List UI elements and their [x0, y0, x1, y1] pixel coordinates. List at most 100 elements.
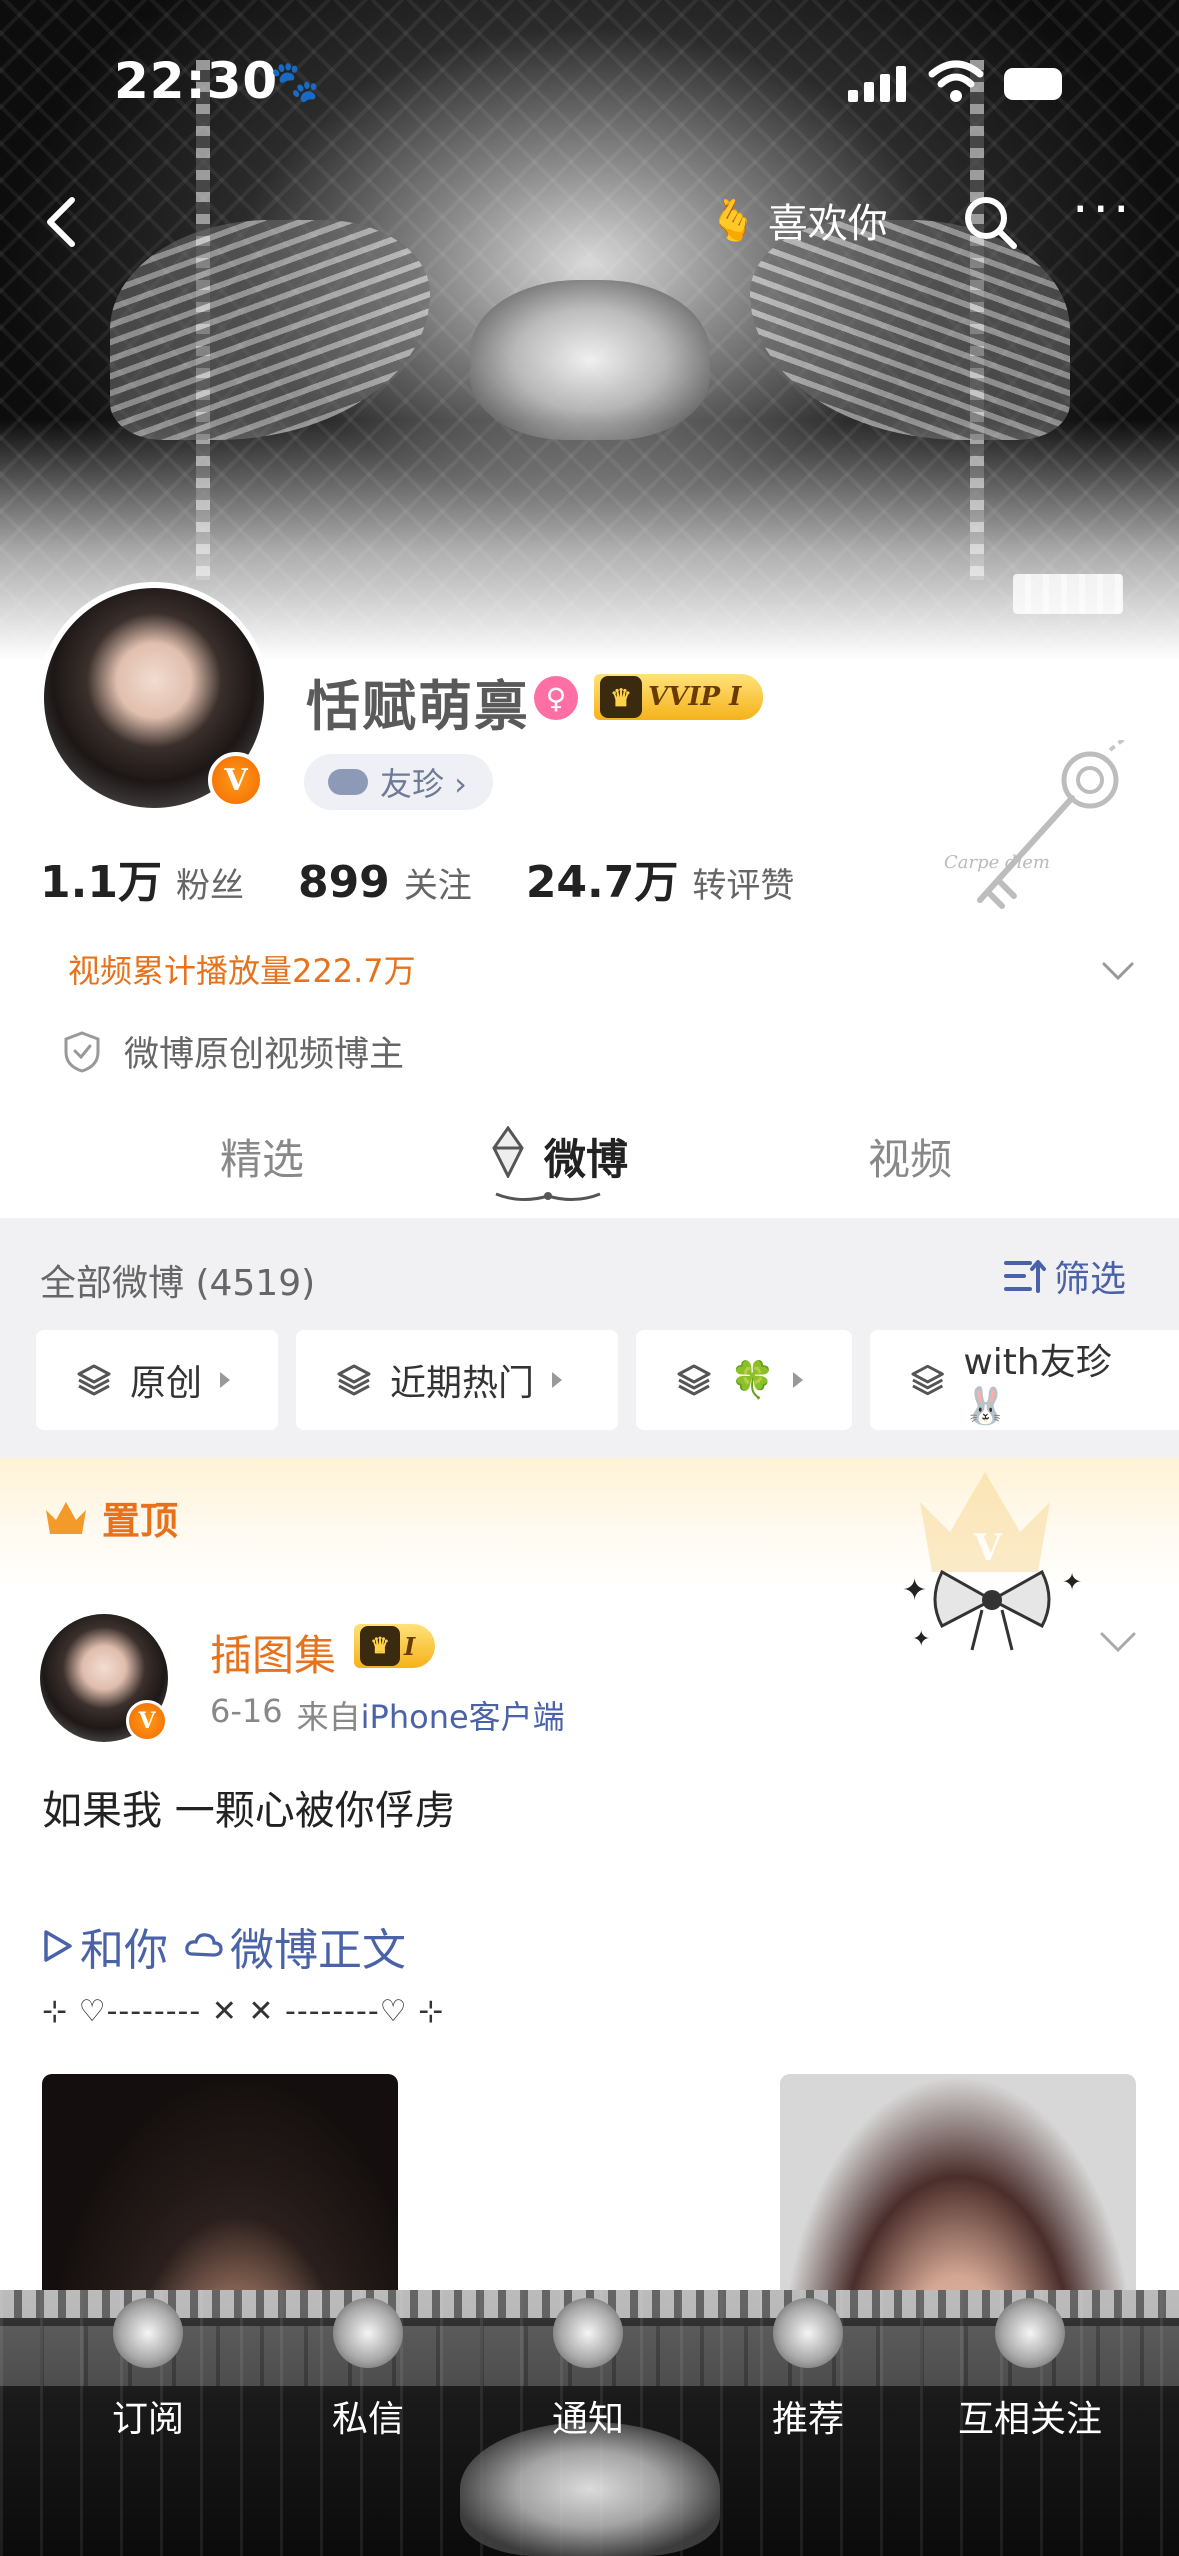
caret-right-icon: [792, 1372, 803, 1388]
tabbar-label: 互相关注: [957, 2399, 1102, 2440]
banner-bow: [470, 280, 710, 440]
caret-right-icon: [220, 1372, 231, 1388]
chevron-down-icon[interactable]: [1102, 954, 1134, 986]
layers-icon: [337, 1364, 371, 1396]
tabbar-item-mutual-follow[interactable]: 互相关注: [940, 2298, 1120, 2442]
bow-decoration-icon: ✦ ✦ ✦: [902, 1568, 1082, 1652]
post-date: 6-16: [210, 1692, 283, 1730]
svg-text:✦: ✦: [1062, 1568, 1082, 1596]
tabbar-label: 通知: [551, 2399, 624, 2440]
tabbar-item-subscribe[interactable]: 订阅: [78, 2298, 218, 2442]
vvip-badge[interactable]: ♛ VVIP I: [594, 674, 764, 720]
tab-weibo[interactable]: 微博: [544, 1126, 628, 1187]
tabbar-item-notifications[interactable]: 通知: [518, 2298, 658, 2442]
post-author-name[interactable]: 插图集: [210, 1622, 336, 1683]
pinned-label: 置顶: [42, 1490, 178, 1545]
mutual-follow-icon: [995, 2298, 1065, 2368]
filter-label: 筛选: [1054, 1259, 1127, 1300]
verified-v-icon: V: [126, 1700, 168, 1742]
music-link-label: 和你: [80, 1925, 168, 1976]
paw-icon: 🐾: [270, 59, 320, 105]
svg-text:✦: ✦: [912, 1627, 930, 1652]
recommend-icon: [773, 2298, 843, 2368]
status-time: 22:30: [114, 52, 279, 110]
tabbar-butterfly-decoration: [460, 2422, 720, 2556]
carpe-diem-text: Carpe diem: [944, 852, 1051, 873]
full-text-link-label: 微博正文: [230, 1925, 406, 1976]
full-text-link[interactable]: 微博正文: [184, 1914, 406, 1978]
crown-icon: ♛: [360, 1626, 400, 1666]
post-source[interactable]: iPhone客户端: [361, 1692, 565, 1738]
crown-icon: [46, 1501, 86, 1534]
key-decoration-icon: [977, 740, 1126, 909]
stat-label: 转评赞: [692, 866, 795, 906]
stat-value: 899: [297, 857, 390, 908]
tabbar-label: 私信: [331, 2399, 404, 2440]
stat-label: 关注: [403, 866, 472, 906]
message-icon: [333, 2298, 403, 2368]
all-posts-count: 全部微博 (4519): [40, 1263, 316, 1304]
crown-icon: ♛: [600, 676, 642, 718]
top-nav: 🫰 喜欢你 ···: [0, 180, 1179, 270]
post-links: 和你 微博正文: [42, 1914, 406, 1978]
chip-label: 🍀: [730, 1360, 775, 1401]
layers-icon: [677, 1364, 711, 1396]
profile-username: 恬赋萌禀: [306, 675, 530, 738]
more-icon[interactable]: ···: [1072, 184, 1134, 236]
profile-stats: 1.1万 粉丝 899 关注 24.7万 转评赞: [40, 846, 848, 908]
stat-label: 粉丝: [175, 866, 244, 906]
shield-icon: [64, 1030, 100, 1073]
tabbar-item-messages[interactable]: 私信: [298, 2298, 438, 2442]
like-you-button[interactable]: 🫰 喜欢你: [708, 190, 888, 250]
battery-icon: [1004, 68, 1062, 100]
female-gender-icon: ♀: [534, 676, 578, 720]
layers-icon: [77, 1364, 111, 1396]
subscribe-icon: [113, 2298, 183, 2368]
vvip-label: VVIP I: [648, 682, 742, 712]
chip-recent-hot[interactable]: 近期热门: [296, 1330, 618, 1430]
search-icon[interactable]: [962, 194, 1020, 252]
tab-video[interactable]: 视频: [868, 1126, 952, 1187]
fan-group-chip[interactable]: 友珍 ›: [304, 754, 493, 810]
lantern-icon: [492, 1126, 524, 1178]
fan-group-label: 友珍 ›: [380, 765, 467, 803]
notification-icon: [553, 2298, 623, 2368]
pinned-text: 置顶: [102, 1499, 179, 1543]
filter-button[interactable]: 筛选: [1004, 1250, 1126, 1302]
cellular-signal-icon: [848, 64, 910, 102]
chip-with-youzhen[interactable]: with友珍🐰: [870, 1330, 1179, 1430]
chip-original[interactable]: 原创: [36, 1330, 278, 1430]
tab-selected[interactable]: 精选: [220, 1126, 304, 1187]
certification-line[interactable]: 微博原创视频博主: [62, 1026, 404, 1077]
tab-active-indicator: [495, 1192, 601, 1201]
chip-clover[interactable]: 🍀: [636, 1330, 852, 1430]
chip-label: with友珍🐰: [963, 1342, 1112, 1427]
verified-v-icon: V: [208, 752, 264, 808]
stat-followers[interactable]: 1.1万 粉丝: [40, 846, 244, 910]
tabbar-item-recommend[interactable]: 推荐: [738, 2298, 878, 2442]
chevron-down-icon[interactable]: [1100, 1630, 1136, 1654]
finger-heart-icon: 🫰: [708, 197, 758, 244]
like-you-label: 喜欢你: [767, 201, 888, 247]
stat-following[interactable]: 899 关注: [298, 857, 472, 908]
chip-label: 近期热门: [390, 1363, 535, 1404]
fan-medal-label: I: [404, 1631, 416, 1661]
cloud-icon: [328, 769, 368, 795]
sort-filter-icon: [1004, 1260, 1046, 1293]
chip-label: 原创: [130, 1363, 203, 1404]
post-source-prefix: 来自: [296, 1698, 361, 1736]
music-link[interactable]: 和你: [42, 1914, 168, 1978]
back-icon[interactable]: [36, 194, 92, 250]
stat-interactions[interactable]: 24.7万 转评赞: [526, 846, 795, 910]
caret-right-icon: [552, 1372, 563, 1388]
svg-text:✦: ✦: [902, 1573, 927, 1608]
stat-value: 24.7万: [525, 857, 679, 908]
play-icon: [44, 1930, 72, 1962]
tabbar-label: 推荐: [771, 2399, 844, 2440]
video-views-text[interactable]: 视频累计播放量222.7万: [68, 946, 416, 992]
stat-value: 1.1万: [40, 857, 162, 908]
post-meta: 6-16 来自 iPhone客户端: [210, 1692, 565, 1738]
layers-icon: [911, 1364, 944, 1396]
post-decorative-line: ⊹ ♡-------- ✕ ✕ --------♡ ⊹: [42, 1994, 445, 2029]
fan-medal-badge[interactable]: ♛ I: [354, 1624, 436, 1668]
